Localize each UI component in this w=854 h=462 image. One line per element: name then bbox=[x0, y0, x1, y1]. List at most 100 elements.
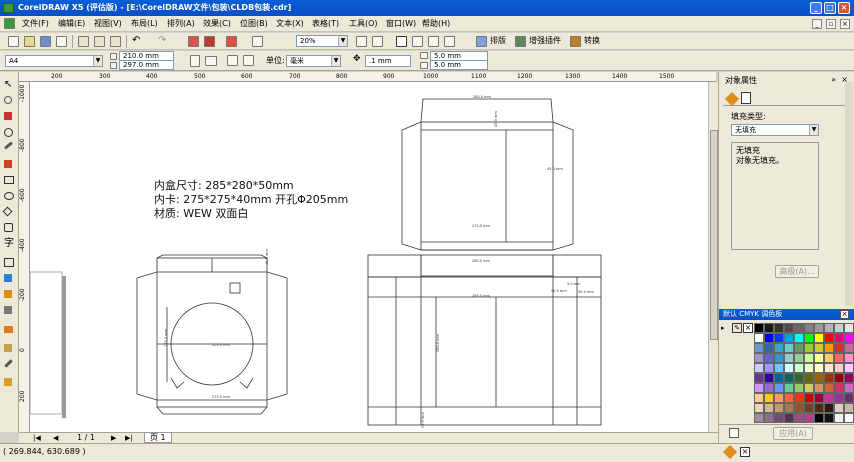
color-swatch[interactable] bbox=[824, 353, 834, 363]
color-swatch[interactable] bbox=[844, 353, 854, 363]
color-swatch[interactable] bbox=[804, 323, 814, 333]
text-tool-icon[interactable]: 字 bbox=[4, 239, 15, 250]
color-swatch[interactable] bbox=[784, 373, 794, 383]
color-swatch[interactable] bbox=[794, 383, 804, 393]
color-swatch[interactable] bbox=[754, 393, 764, 403]
zoom-level-select[interactable]: 20% ▼ bbox=[296, 35, 348, 47]
rectangle-tool-icon[interactable] bbox=[4, 176, 14, 184]
blend-tool-icon[interactable] bbox=[4, 306, 12, 314]
color-swatch[interactable] bbox=[764, 343, 774, 353]
color-swatch[interactable] bbox=[784, 333, 794, 343]
corel-connect-icon[interactable] bbox=[444, 36, 455, 47]
doc-close-icon[interactable]: × bbox=[840, 19, 850, 29]
color-swatch[interactable] bbox=[844, 393, 854, 403]
interactive-fill-icon[interactable] bbox=[4, 344, 12, 352]
fill-type-select[interactable]: 无填充 ▼ bbox=[731, 124, 819, 136]
basic-shapes-icon[interactable] bbox=[4, 223, 13, 232]
doc-minimize-icon[interactable]: _ bbox=[812, 19, 822, 29]
color-swatch[interactable] bbox=[834, 383, 844, 393]
smart-fill-icon[interactable] bbox=[4, 160, 12, 168]
first-page-icon[interactable]: |◀ bbox=[33, 434, 41, 442]
application-launcher-icon[interactable] bbox=[226, 36, 237, 47]
color-swatch[interactable] bbox=[784, 343, 794, 353]
app-launcher-icon[interactable] bbox=[428, 36, 439, 47]
print-icon[interactable] bbox=[56, 36, 67, 47]
connector-tool-icon[interactable] bbox=[4, 290, 12, 298]
color-swatch[interactable] bbox=[834, 343, 844, 353]
nudge-distance-input[interactable]: .1 mm bbox=[365, 55, 411, 67]
color-swatch[interactable] bbox=[814, 363, 824, 373]
vertical-ruler[interactable]: -1000 -800 -600 -400 -200 0 200 bbox=[19, 82, 30, 432]
color-swatch[interactable] bbox=[784, 413, 794, 423]
color-swatch[interactable] bbox=[814, 333, 824, 343]
new-icon[interactable] bbox=[8, 36, 19, 47]
color-swatch[interactable] bbox=[834, 413, 844, 423]
color-swatch[interactable] bbox=[764, 383, 774, 393]
color-swatch[interactable] bbox=[834, 373, 844, 383]
welcome-screen-icon[interactable] bbox=[252, 36, 263, 47]
landscape-icon[interactable] bbox=[205, 56, 217, 66]
color-swatch[interactable] bbox=[824, 343, 834, 353]
menu-text[interactable]: 文本(X) bbox=[276, 18, 304, 30]
color-swatch[interactable] bbox=[834, 353, 844, 363]
layout-button[interactable]: 排版 bbox=[490, 35, 506, 47]
color-swatch[interactable] bbox=[794, 323, 804, 333]
snap-to-icon[interactable] bbox=[372, 36, 383, 47]
menu-effects[interactable]: 效果(C) bbox=[203, 18, 231, 30]
color-swatch[interactable] bbox=[764, 363, 774, 373]
color-swatch[interactable] bbox=[794, 373, 804, 383]
current-page-icon[interactable] bbox=[243, 55, 254, 66]
color-swatch[interactable] bbox=[824, 323, 834, 333]
docker-side-tabs[interactable] bbox=[845, 82, 853, 306]
doc-restore-icon[interactable]: ▫ bbox=[826, 19, 836, 29]
page-height-input[interactable]: 297.0 mm bbox=[119, 60, 174, 70]
open-icon[interactable] bbox=[24, 36, 35, 47]
color-swatch[interactable] bbox=[804, 383, 814, 393]
convert-icon[interactable] bbox=[570, 36, 581, 47]
color-swatch[interactable] bbox=[844, 403, 854, 413]
color-swatch[interactable] bbox=[784, 353, 794, 363]
palette-scroll-icon[interactable]: ▸ bbox=[721, 324, 725, 332]
color-swatch[interactable] bbox=[804, 373, 814, 383]
menu-window[interactable]: 窗口(W) bbox=[386, 18, 416, 30]
dimension-tool-icon[interactable] bbox=[4, 274, 12, 282]
color-swatch[interactable] bbox=[784, 403, 794, 413]
color-swatch[interactable] bbox=[794, 343, 804, 353]
color-swatch[interactable] bbox=[774, 343, 784, 353]
color-swatch[interactable] bbox=[844, 363, 854, 373]
advanced-button[interactable]: 高级(A)... bbox=[775, 265, 819, 278]
color-swatch[interactable] bbox=[834, 403, 844, 413]
color-swatch[interactable] bbox=[814, 343, 824, 353]
full-screen-icon[interactable] bbox=[396, 36, 407, 47]
shape-tool-icon[interactable] bbox=[4, 96, 12, 104]
pick-tool-icon[interactable]: ↖ bbox=[4, 80, 15, 91]
color-swatch[interactable] bbox=[824, 363, 834, 373]
vertical-scrollbar[interactable] bbox=[708, 82, 718, 432]
menu-layout[interactable]: 布局(L) bbox=[131, 18, 158, 30]
scrollbar-thumb[interactable] bbox=[710, 130, 718, 340]
color-swatch[interactable] bbox=[844, 333, 854, 343]
color-swatch[interactable] bbox=[844, 373, 854, 383]
paper-size-select[interactable]: A4 ▼ bbox=[5, 55, 103, 67]
plugin-icon[interactable] bbox=[515, 36, 526, 47]
color-swatch[interactable] bbox=[754, 343, 764, 353]
portrait-icon[interactable] bbox=[190, 55, 200, 67]
color-swatch[interactable] bbox=[794, 333, 804, 343]
color-swatch[interactable] bbox=[824, 383, 834, 393]
color-swatch[interactable] bbox=[784, 393, 794, 403]
menu-bitmaps[interactable]: 位图(B) bbox=[240, 18, 268, 30]
color-swatch[interactable] bbox=[764, 413, 774, 423]
color-swatch[interactable] bbox=[774, 323, 784, 333]
color-swatch[interactable] bbox=[774, 383, 784, 393]
color-swatch[interactable] bbox=[834, 363, 844, 373]
cut-icon[interactable] bbox=[78, 36, 89, 47]
color-swatch[interactable] bbox=[754, 353, 764, 363]
color-swatch[interactable] bbox=[794, 393, 804, 403]
color-swatch[interactable] bbox=[814, 353, 824, 363]
freehand-tool-icon[interactable] bbox=[4, 141, 13, 150]
paste-icon[interactable] bbox=[110, 36, 121, 47]
menu-arrange[interactable]: 排列(A) bbox=[167, 18, 195, 30]
import-icon[interactable] bbox=[188, 36, 199, 47]
color-swatch[interactable] bbox=[834, 393, 844, 403]
menu-table[interactable]: 表格(T) bbox=[312, 18, 339, 30]
